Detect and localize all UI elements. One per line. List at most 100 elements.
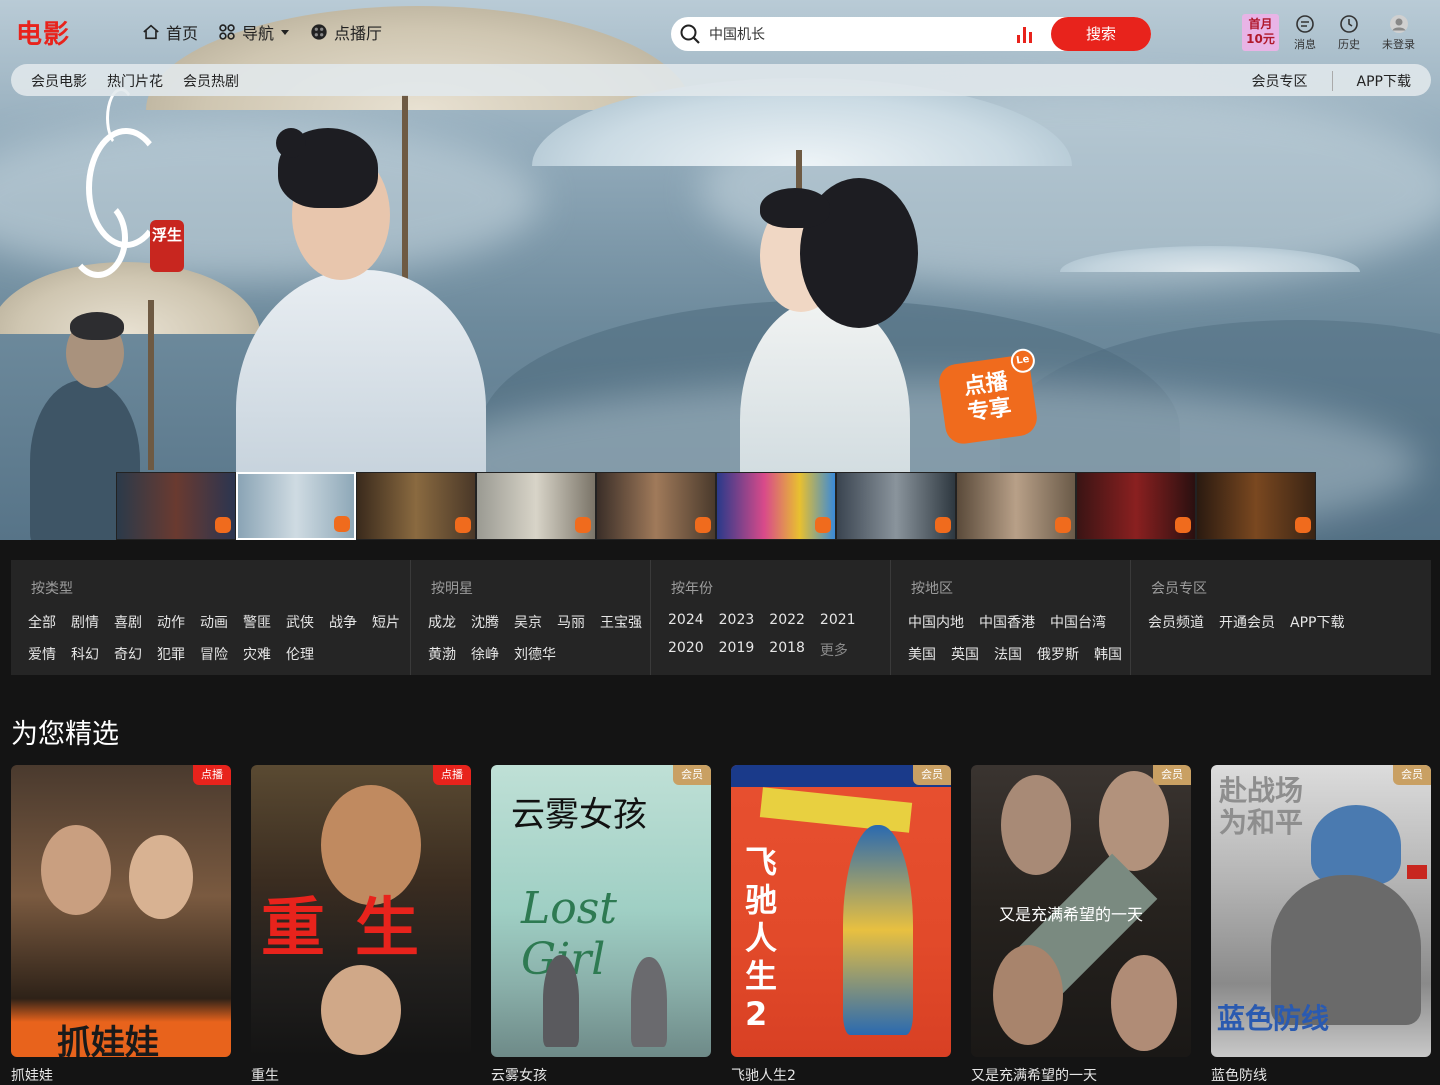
hero-thumb[interactable] [836,472,956,540]
movie-poster[interactable]: 赴战场 为和平 蓝色防线 会员 [1211,765,1431,1057]
movie-card[interactable]: 抓娃娃 点播 抓娃娃 [11,765,231,1085]
filter-option[interactable]: 科幻 [71,644,99,664]
filter-option[interactable]: 2019 [719,640,755,660]
filter-option[interactable]: 中国香港 [979,612,1035,632]
filter-option[interactable]: 黄渤 [428,644,456,664]
hero-thumb[interactable] [716,472,836,540]
filter-option[interactable]: 动作 [157,612,185,632]
vip-tag: 会员 [1393,765,1431,785]
filter-option[interactable]: 俄罗斯 [1037,644,1079,664]
movie-card[interactable]: 又是充满希望的一天 会员 又是充满希望的一天 [971,765,1191,1085]
filter-title: 会员专区 [1151,581,1207,597]
hero-thumb[interactable] [596,472,716,540]
hero-thumb[interactable] [116,472,236,540]
search-input[interactable] [709,26,1009,42]
filter-option[interactable]: 伦理 [286,644,314,664]
movie-title[interactable]: 蓝色防线 [1211,1065,1431,1085]
filter-option[interactable]: 法国 [994,644,1022,664]
filter-option[interactable]: 奇幻 [114,644,142,664]
filter-option[interactable]: 中国内地 [908,612,964,632]
movie-title[interactable]: 抓娃娃 [11,1065,231,1085]
subnav-vip-movies[interactable]: 会员电影 [31,71,87,91]
subnav-vip-zone[interactable]: 会员专区 [1252,71,1308,91]
hero-thumb[interactable] [956,472,1076,540]
messages-button[interactable]: 消息 [1294,14,1316,52]
hero-thumb[interactable] [1076,472,1196,540]
history-button[interactable]: 历史 [1338,14,1360,52]
filter-option[interactable]: 成龙 [428,612,456,632]
subnav-vip-dramas[interactable]: 会员热剧 [183,71,239,91]
hero-thumb[interactable] [1196,472,1316,540]
filter-option[interactable]: 英国 [951,644,979,664]
vip-tag: 会员 [913,765,951,785]
movie-card[interactable]: 云雾女孩 Lost Girl 会员 云雾女孩 [491,765,711,1085]
nav-vod-hall[interactable]: 点播厅 [310,20,382,44]
hot-search-chart-icon[interactable] [1017,25,1035,43]
filter-option[interactable]: APP下载 [1290,612,1344,632]
vip-first-month-promo[interactable]: 首月 10元 [1242,14,1279,51]
poster-title: 抓娃娃 [57,1023,159,1057]
movie-poster[interactable]: 重生 点播 [251,765,471,1057]
hero-title-seal: 浮生 [150,220,184,272]
user-tools: 消息 历史 未登录 [1294,14,1415,52]
filter-option[interactable]: 全部 [28,612,56,632]
filter-option[interactable]: 犯罪 [157,644,185,664]
movie-poster[interactable]: 又是充满希望的一天 会员 [971,765,1191,1057]
movie-title[interactable]: 云雾女孩 [491,1065,711,1085]
filter-option[interactable]: 短片 [372,612,400,632]
poster-title: 云雾女孩 [511,795,647,835]
login-button[interactable]: 未登录 [1382,14,1415,52]
home-icon [143,24,159,40]
filter-option[interactable]: 2022 [769,612,805,628]
filter-more-link[interactable]: 更多 [820,640,848,660]
movie-title[interactable]: 又是充满希望的一天 [971,1065,1191,1085]
filter-option[interactable]: 动画 [200,612,228,632]
filter-option[interactable]: 2020 [668,640,704,660]
vip-tag: 会员 [673,765,711,785]
vod-tag: 点播 [193,765,231,785]
movie-card[interactable]: 飞驰人生2 会员 飞驰人生2 [731,765,951,1085]
filter-option[interactable]: 中国台湾 [1050,612,1106,632]
movie-title[interactable]: 飞驰人生2 [731,1065,951,1085]
nav-guide-dropdown[interactable]: 导航 [218,20,290,44]
nav-home[interactable]: 首页 [142,20,198,44]
filter-option[interactable]: 徐峥 [471,644,499,664]
filter-option[interactable]: 开通会员 [1219,612,1275,632]
movie-card[interactable]: 赴战场 为和平 蓝色防线 会员 蓝色防线 [1211,765,1431,1085]
filter-option[interactable]: 2021 [820,612,856,628]
filter-option[interactable]: 2023 [719,612,755,628]
search-button[interactable]: 搜索 [1051,17,1151,51]
hero-thumb[interactable] [476,472,596,540]
brand-logo[interactable]: 电影 [16,14,70,51]
filter-option[interactable]: 冒险 [200,644,228,664]
movie-poster[interactable]: 云雾女孩 Lost Girl 会员 [491,765,711,1057]
hero-thumb[interactable] [356,472,476,540]
filter-option[interactable]: 武侠 [286,612,314,632]
filter-option[interactable]: 爱情 [28,644,56,664]
filter-option[interactable]: 战争 [329,612,357,632]
movie-poster[interactable]: 抓娃娃 点播 [11,765,231,1057]
subnav-hot-trailers[interactable]: 热门片花 [107,71,163,91]
filter-option[interactable]: 剧情 [71,612,99,632]
filter-title: 按年份 [671,581,713,597]
filter-title: 按明星 [431,581,473,597]
filter-option[interactable]: 警匪 [243,612,271,632]
filter-option[interactable]: 沈腾 [471,612,499,632]
filter-option[interactable]: 刘德华 [514,644,556,664]
filter-option[interactable]: 美国 [908,644,936,664]
recommend-list: 抓娃娃 点播 抓娃娃 重生 点播 重生 云雾女孩 Lost Girl 会员 云雾… [11,765,1431,1085]
filter-option[interactable]: 吴京 [514,612,542,632]
movie-title[interactable]: 重生 [251,1065,471,1085]
filter-option[interactable]: 马丽 [557,612,585,632]
filter-option[interactable]: 王宝强 [600,612,642,632]
filter-option[interactable]: 2018 [769,640,805,660]
filter-option[interactable]: 会员频道 [1148,612,1204,632]
subnav-app-download[interactable]: APP下载 [1331,71,1411,91]
movie-card[interactable]: 重生 点播 重生 [251,765,471,1085]
filter-option[interactable]: 喜剧 [114,612,142,632]
movie-poster[interactable]: 飞驰人生2 会员 [731,765,951,1057]
filter-option[interactable]: 韩国 [1094,644,1122,664]
hero-thumb-active[interactable] [236,472,356,540]
filter-option[interactable]: 灾难 [243,644,271,664]
filter-option[interactable]: 2024 [668,612,704,628]
